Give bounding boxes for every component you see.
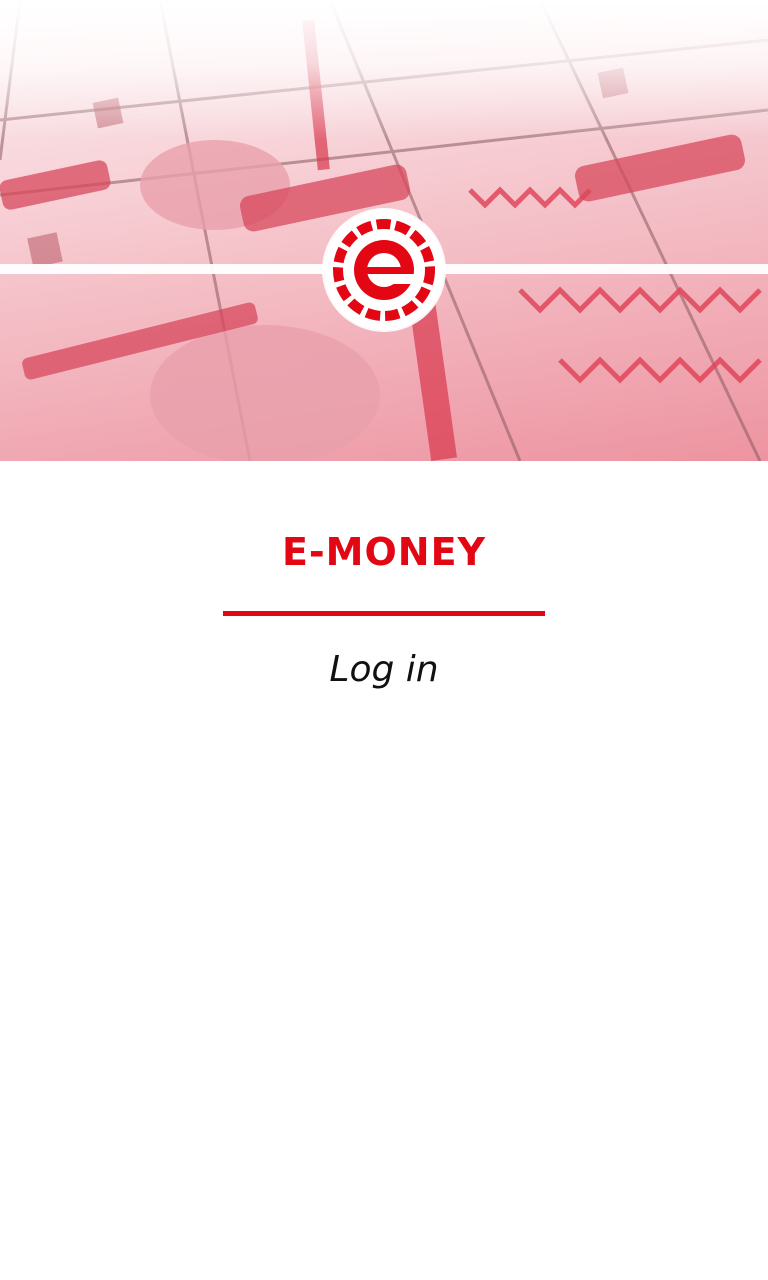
- login-screen: E-MONEY Log in: [0, 0, 768, 1280]
- app-title: E-MONEY: [281, 530, 487, 574]
- app-logo: [324, 210, 444, 330]
- banknote-hero-image: [0, 0, 768, 461]
- e-logo-icon: [328, 214, 440, 326]
- login-button[interactable]: Log in: [284, 644, 484, 696]
- title-divider: [223, 611, 545, 616]
